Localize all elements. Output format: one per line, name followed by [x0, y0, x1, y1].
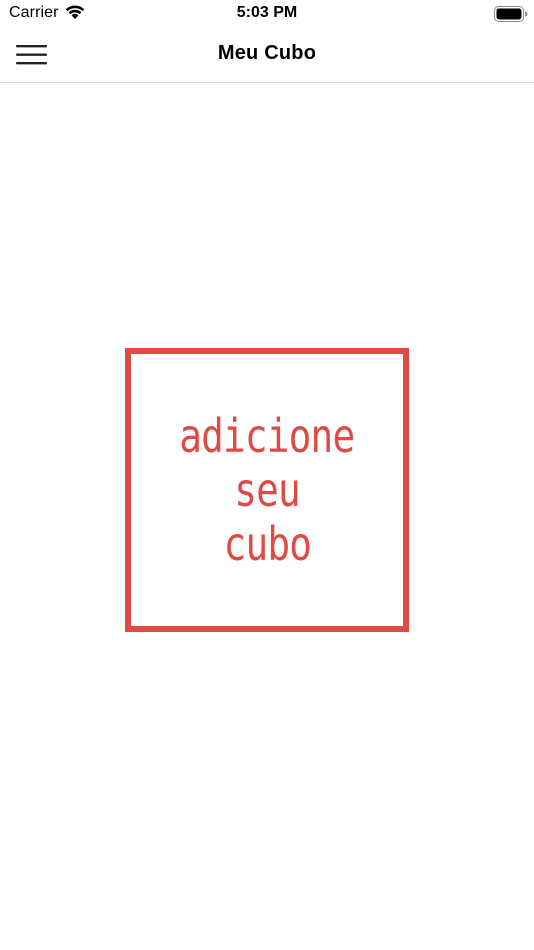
- status-bar: Carrier 5:03 PM: [0, 0, 534, 28]
- add-cube-button[interactable]: adicione seu cubo: [125, 348, 409, 632]
- battery-icon: [494, 6, 528, 22]
- status-time: 5:03 PM: [236, 4, 298, 21]
- add-cube-text-line-1: adicione: [179, 409, 355, 463]
- navigation-bar: Meu Cubo: [0, 28, 534, 83]
- page-title: Meu Cubo: [217, 42, 317, 64]
- add-cube-text-line-3: cubo: [223, 517, 311, 571]
- add-cube-text-line-2: seu: [234, 463, 300, 517]
